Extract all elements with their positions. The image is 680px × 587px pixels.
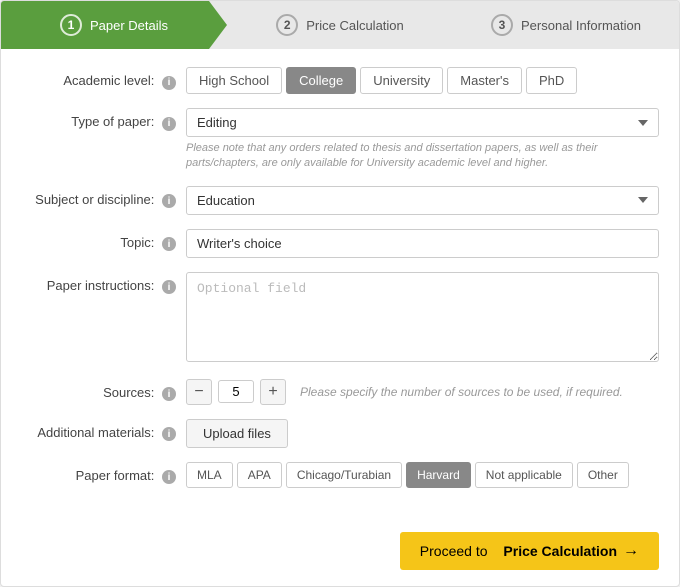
academic-level-university[interactable]: University [360, 67, 443, 94]
type-of-paper-label: Type of paper: i [21, 108, 186, 131]
format-not-applicable[interactable]: Not applicable [475, 462, 573, 488]
additional-materials-control: Upload files [186, 419, 659, 448]
additional-materials-row: Additional materials: i Upload files [21, 419, 659, 448]
sources-minus-button[interactable]: − [186, 379, 212, 405]
sources-value-input[interactable] [218, 380, 254, 403]
academic-level-highschool[interactable]: High School [186, 67, 282, 94]
format-mla[interactable]: MLA [186, 462, 233, 488]
format-other[interactable]: Other [577, 462, 629, 488]
type-of-paper-control: Editing Please note that any orders rela… [186, 108, 659, 172]
step-label-2: Price Calculation [306, 18, 404, 33]
paper-format-control: MLA APA Chicago/Turabian Harvard Not app… [186, 462, 659, 488]
subject-control: Education [186, 186, 659, 215]
sources-info-icon[interactable]: i [162, 387, 176, 401]
step-label-3: Personal Information [521, 18, 641, 33]
instructions-label: Paper instructions: i [21, 272, 186, 295]
step-num-1: 1 [60, 14, 82, 36]
type-of-paper-hint: Please note that any orders related to t… [186, 141, 659, 172]
step-num-2: 2 [276, 14, 298, 36]
subject-label: Subject or discipline: i [21, 186, 186, 209]
subject-select[interactable]: Education [186, 186, 659, 215]
instructions-control [186, 272, 659, 365]
step-num-3: 3 [491, 14, 513, 36]
format-apa[interactable]: APA [237, 462, 282, 488]
paper-format-group: MLA APA Chicago/Turabian Harvard Not app… [186, 462, 659, 488]
wizard-step-2[interactable]: 2 Price Calculation [227, 1, 453, 49]
main-container: 1 Paper Details 2 Price Calculation 3 Pe… [0, 0, 680, 587]
proceed-label: Proceed to [420, 543, 488, 559]
form-body: Academic level: i High School College Un… [1, 49, 679, 522]
paper-format-row: Paper format: i MLA APA Chicago/Turabian… [21, 462, 659, 488]
academic-level-masters[interactable]: Master's [447, 67, 522, 94]
topic-row: Topic: i [21, 229, 659, 258]
upload-files-button[interactable]: Upload files [186, 419, 288, 448]
topic-info-icon[interactable]: i [162, 237, 176, 251]
subject-info-icon[interactable]: i [162, 194, 176, 208]
sources-row: Sources: i − + Please specify the number… [21, 379, 659, 405]
proceed-row: Proceed to Price Calculation → [1, 522, 679, 586]
academic-level-control: High School College University Master's … [186, 67, 659, 94]
type-of-paper-info-icon[interactable]: i [162, 117, 176, 131]
sources-plus-button[interactable]: + [260, 379, 286, 405]
format-chicago[interactable]: Chicago/Turabian [286, 462, 402, 488]
wizard-step-1[interactable]: 1 Paper Details [1, 1, 227, 49]
paper-format-label: Paper format: i [21, 462, 186, 485]
type-of-paper-row: Type of paper: i Editing Please note tha… [21, 108, 659, 172]
sources-control: − + Please specify the number of sources… [186, 379, 659, 405]
proceed-arrow-icon: → [623, 542, 639, 560]
wizard-steps: 1 Paper Details 2 Price Calculation 3 Pe… [1, 1, 679, 49]
academic-level-btn-group: High School College University Master's … [186, 67, 659, 94]
instructions-row: Paper instructions: i [21, 272, 659, 365]
paper-format-info-icon[interactable]: i [162, 470, 176, 484]
subject-row: Subject or discipline: i Education [21, 186, 659, 215]
instructions-info-icon[interactable]: i [162, 280, 176, 294]
academic-level-phd[interactable]: PhD [526, 67, 577, 94]
academic-level-label: Academic level: i [21, 67, 186, 90]
wizard-step-3[interactable]: 3 Personal Information [453, 1, 679, 49]
additional-materials-info-icon[interactable]: i [162, 427, 176, 441]
step-label-1: Paper Details [90, 18, 168, 33]
proceed-bold: Price Calculation [503, 543, 617, 559]
academic-level-info-icon[interactable]: i [162, 76, 176, 90]
academic-level-college[interactable]: College [286, 67, 356, 94]
sources-hint: Please specify the number of sources to … [300, 385, 623, 399]
topic-label: Topic: i [21, 229, 186, 252]
sources-group: − + Please specify the number of sources… [186, 379, 659, 405]
academic-level-row: Academic level: i High School College Un… [21, 67, 659, 94]
additional-materials-label: Additional materials: i [21, 419, 186, 442]
instructions-textarea[interactable] [186, 272, 659, 362]
format-harvard[interactable]: Harvard [406, 462, 471, 488]
type-of-paper-select[interactable]: Editing [186, 108, 659, 137]
proceed-button[interactable]: Proceed to Price Calculation → [400, 532, 659, 570]
sources-label: Sources: i [21, 379, 186, 402]
topic-control [186, 229, 659, 258]
topic-input[interactable] [186, 229, 659, 258]
